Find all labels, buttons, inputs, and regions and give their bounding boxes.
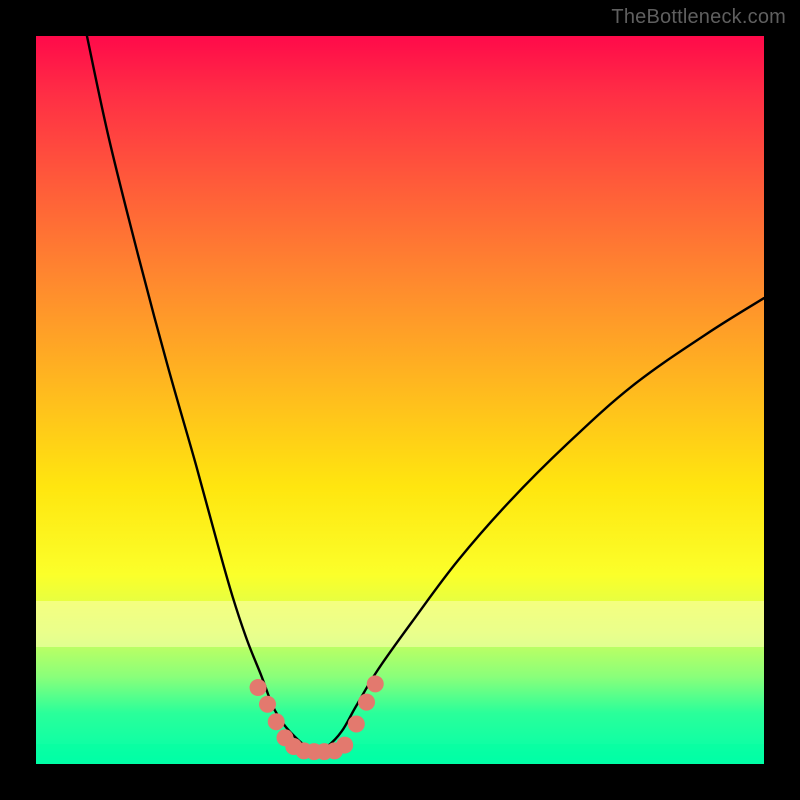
chart-frame: TheBottleneck.com — [0, 0, 800, 800]
data-marker — [336, 737, 353, 754]
bottleneck-curve-left — [87, 36, 316, 751]
data-marker — [268, 713, 285, 730]
curve-layer — [36, 36, 764, 764]
data-marker — [259, 696, 276, 713]
marker-group — [250, 675, 384, 760]
watermark-text: TheBottleneck.com — [611, 6, 786, 29]
data-marker — [358, 694, 375, 711]
data-marker — [250, 679, 267, 696]
data-marker — [348, 715, 365, 732]
data-marker — [367, 675, 384, 692]
